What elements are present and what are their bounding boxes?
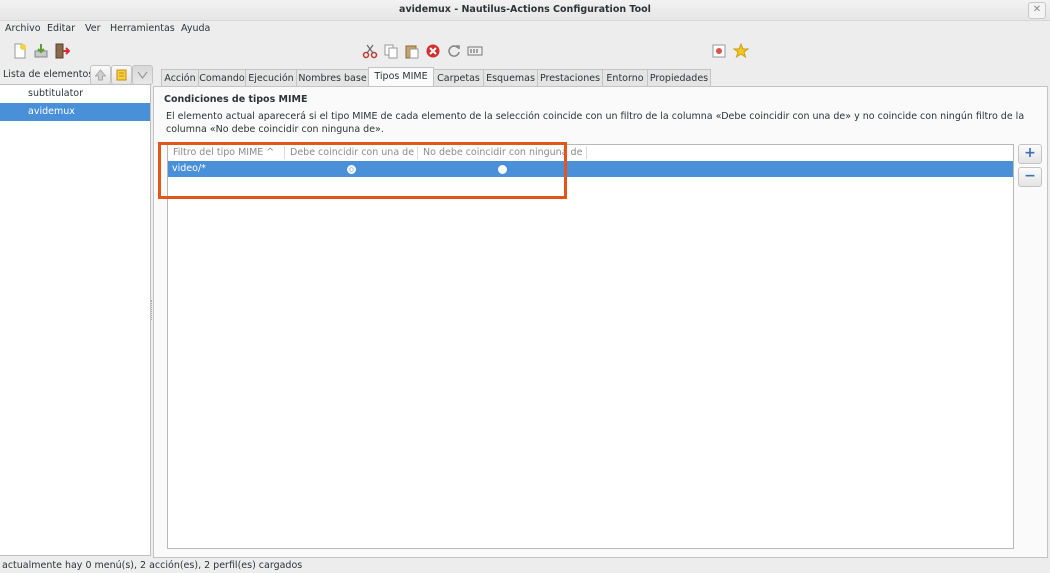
tab-nombres-base[interactable]: Nombres base: [296, 69, 369, 87]
window-title: avidemux - Nautilus-Actions Configuratio…: [399, 4, 651, 15]
section-description: El elemento actual aparecerá si el tipo …: [166, 111, 1025, 135]
tree-item-label: subtitulator: [28, 88, 84, 99]
menu-ver[interactable]: Ver: [85, 23, 101, 34]
save-icon[interactable]: [33, 43, 49, 59]
tree-item-label: avidemux: [28, 106, 75, 117]
status-bar: actualmente hay 0 menú(s), 2 acción(es),…: [2, 560, 303, 571]
remove-filter-button[interactable]: −: [1018, 167, 1042, 187]
close-icon: ✕: [1032, 4, 1042, 15]
tab-accion[interactable]: Acción: [161, 69, 199, 87]
arrow-down-icon: [137, 71, 148, 79]
reload-icon[interactable]: [446, 43, 462, 59]
items-pane: Lista de elementos: subtitulator avidemu…: [0, 64, 153, 556]
tab-ejecucion[interactable]: Ejecución: [245, 69, 297, 87]
delete-icon[interactable]: [425, 43, 441, 59]
tab-carpetas[interactable]: Carpetas: [433, 69, 484, 87]
menu-ayuda[interactable]: Ayuda: [181, 23, 210, 34]
new-item-icon[interactable]: [12, 43, 28, 59]
quit-icon[interactable]: [54, 43, 70, 59]
preferences-icon[interactable]: [711, 43, 727, 59]
copy-icon[interactable]: [383, 43, 399, 59]
star-icon[interactable]: [733, 43, 749, 59]
menu-archivo[interactable]: Archivo: [5, 23, 41, 34]
tab-propiedades[interactable]: Propiedades: [647, 69, 711, 87]
arrow-up-icon: [94, 69, 107, 81]
paste-icon[interactable]: [404, 43, 420, 59]
mime-filter-list[interactable]: Filtro del tipo MIME ^ Debe coincidir co…: [167, 144, 1014, 549]
section-title: Condiciones de tipos MIME: [164, 94, 308, 105]
tree-item-subtitulator[interactable]: subtitulator: [0, 85, 150, 103]
tab-entorno[interactable]: Entorno: [602, 69, 648, 87]
tab-esquemas[interactable]: Esquemas: [483, 69, 538, 87]
sort-down-button[interactable]: [132, 65, 153, 85]
sort-up-button[interactable]: [90, 65, 111, 85]
add-filter-button[interactable]: +: [1018, 144, 1042, 164]
sort-manual-icon: [116, 69, 127, 81]
menu-editar[interactable]: Editar: [47, 23, 75, 34]
items-tree: subtitulator avidemux: [0, 84, 151, 556]
close-button[interactable]: ✕: [1028, 2, 1046, 19]
tab-tipos-mime[interactable]: Tipos MIME: [368, 67, 434, 88]
tree-item-avidemux[interactable]: avidemux: [0, 103, 150, 121]
sort-manual-button[interactable]: [111, 65, 132, 85]
tab-comando[interactable]: Comando: [198, 69, 246, 87]
plus-icon: +: [1024, 145, 1036, 161]
tab-prestaciones[interactable]: Prestaciones: [537, 69, 603, 87]
title-bar: avidemux - Nautilus-Actions Configuratio…: [0, 0, 1050, 21]
items-list-label: Lista de elementos:: [3, 69, 97, 80]
menu-herramientas[interactable]: Herramientas: [110, 23, 175, 34]
cut-icon[interactable]: [362, 43, 378, 59]
toolbar: [0, 40, 1050, 62]
highlight-annotation-box: [158, 142, 567, 199]
minus-icon: −: [1024, 168, 1036, 184]
rename-icon[interactable]: [467, 43, 483, 59]
